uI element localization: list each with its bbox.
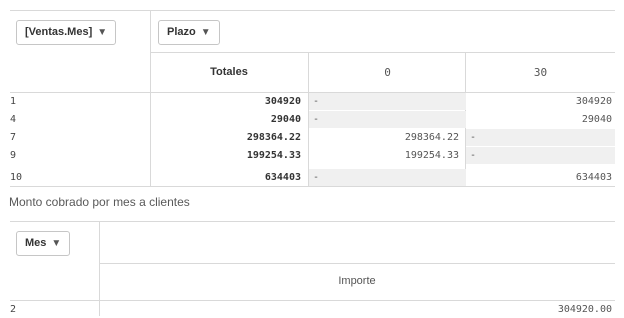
- row-dimension-value: 2: [10, 304, 17, 315]
- section-caption: Monto cobrado por mes a clientes: [9, 195, 190, 209]
- pivot-table-cobros: Mes ▼ Importe 2 304920.00: [10, 221, 615, 316]
- cell-plazo-0: 199254.33: [404, 150, 459, 161]
- pivot-table-ventas: [Ventas.Mes] ▼ Plazo ▼ Totales 0 30 1 3049…: [10, 10, 615, 187]
- column-header-30: 30: [533, 66, 548, 79]
- column-header-0: 0: [384, 66, 391, 79]
- divider: [10, 10, 615, 11]
- row-total: 29040: [270, 114, 301, 125]
- importe-value: 304920.00: [557, 304, 612, 315]
- row-dimension-value: 4: [10, 114, 17, 125]
- cell-plazo-30: 634403: [575, 172, 612, 183]
- cell-plazo-30: 304920: [575, 96, 612, 107]
- table-row: 2 304920.00: [10, 301, 615, 318]
- caret-down-icon: ▼: [51, 238, 62, 249]
- row-dimension-value: 1: [10, 96, 17, 107]
- caret-down-icon: ▼: [200, 27, 211, 38]
- cell-plazo-0: -: [309, 169, 466, 186]
- caret-down-icon: ▼: [97, 27, 108, 38]
- cell-plazo-0: -: [309, 111, 466, 128]
- column-dimension-label: Plazo: [167, 26, 196, 38]
- table-row: 10 634403 - 634403: [10, 169, 615, 186]
- cell-plazo-30: -: [466, 147, 615, 164]
- divider: [10, 186, 615, 187]
- row-dimension-label: [Ventas.Mes]: [25, 26, 93, 38]
- row-dimension-value: 10: [10, 172, 23, 183]
- row-dimension-value: 9: [10, 150, 17, 161]
- importe-header: Importe: [338, 275, 376, 287]
- cell-plazo-0: 298364.22: [404, 132, 459, 143]
- table-row: 4 29040 - 29040: [10, 111, 615, 128]
- mes-dimension-button[interactable]: Mes ▼: [16, 231, 71, 256]
- row-total: 304920: [264, 96, 301, 107]
- column-dimension-button[interactable]: Plazo ▼: [158, 20, 220, 45]
- cell-plazo-0: -: [309, 93, 466, 110]
- row-dimension-value: 7: [10, 132, 17, 143]
- table-row: 7 298364.22 298364.22 -: [10, 129, 615, 146]
- mes-dimension-label: Mes: [25, 237, 47, 249]
- cell-plazo-30: 29040: [581, 114, 612, 125]
- divider: [10, 221, 615, 222]
- row-dimension-button[interactable]: [Ventas.Mes] ▼: [16, 20, 117, 45]
- row-total: 634403: [264, 172, 301, 183]
- table-row: 1 304920 - 304920: [10, 93, 615, 110]
- row-total: 199254.33: [246, 150, 301, 161]
- table-row: 9 199254.33 199254.33 -: [10, 147, 615, 164]
- totals-header: Totales: [210, 66, 248, 78]
- row-total: 298364.22: [246, 132, 301, 143]
- cell-plazo-30: -: [466, 129, 615, 146]
